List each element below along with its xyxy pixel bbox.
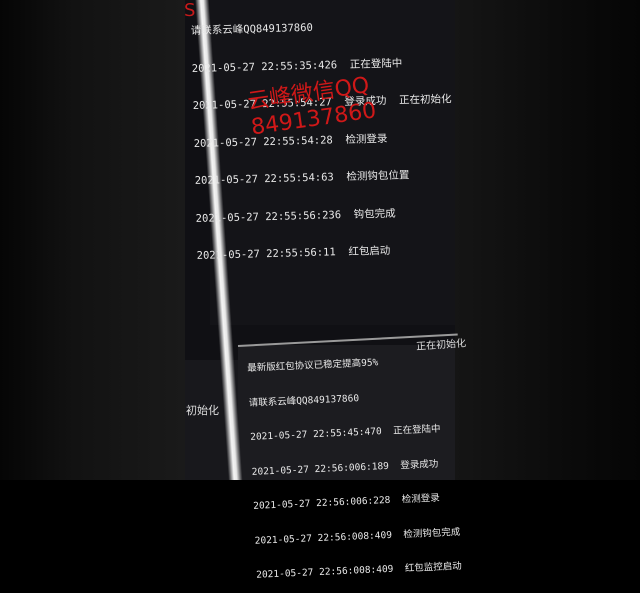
log-line: 2021-05-27 22:55:45:470 正在登陆中 [250, 423, 441, 443]
log-line: 2021-05-27 22:56:006:189 登录成功 [251, 458, 439, 478]
log-line: 2021-05-27 22:55:35:426 正在登陆中 [191, 56, 403, 75]
log-line: 2021-05-27 22:55:56:236 钩包完成 [195, 207, 396, 225]
bottom-console-log: 最新版红包协议已稳定提高95% 请联系云峰QQ849137860 2021-05… [246, 331, 463, 593]
top-console-log: 请联系云峰QQ849137860 2021-05-27 22:55:35:426… [190, 0, 456, 275]
log-line: 2021-05-27 22:55:56:11 红包启动 [196, 244, 391, 262]
console-header: 请联系云峰QQ849137860 [190, 21, 313, 37]
log-line: 2021-05-27 22:56:008:409 检测钩包完成 [254, 526, 461, 547]
log-line: 2021-05-27 22:56:006:228 检测登录 [253, 492, 441, 512]
background-left-dark [0, 0, 185, 480]
console-subheader: 请联系云峰QQ849137860 [248, 392, 360, 409]
log-line: 2021-05-27 22:55:54:63 检测钩包位置 [194, 169, 410, 187]
log-line: 2021-05-27 22:55:54:28 检测登录 [193, 132, 388, 150]
console-header: 最新版红包协议已稳定提高95% [247, 357, 379, 374]
background-right-dark [455, 0, 640, 480]
log-line: 2021-05-27 22:56:008:409 红包监控启动 [256, 560, 463, 581]
left-fragment-text: 初始化 [186, 404, 219, 417]
